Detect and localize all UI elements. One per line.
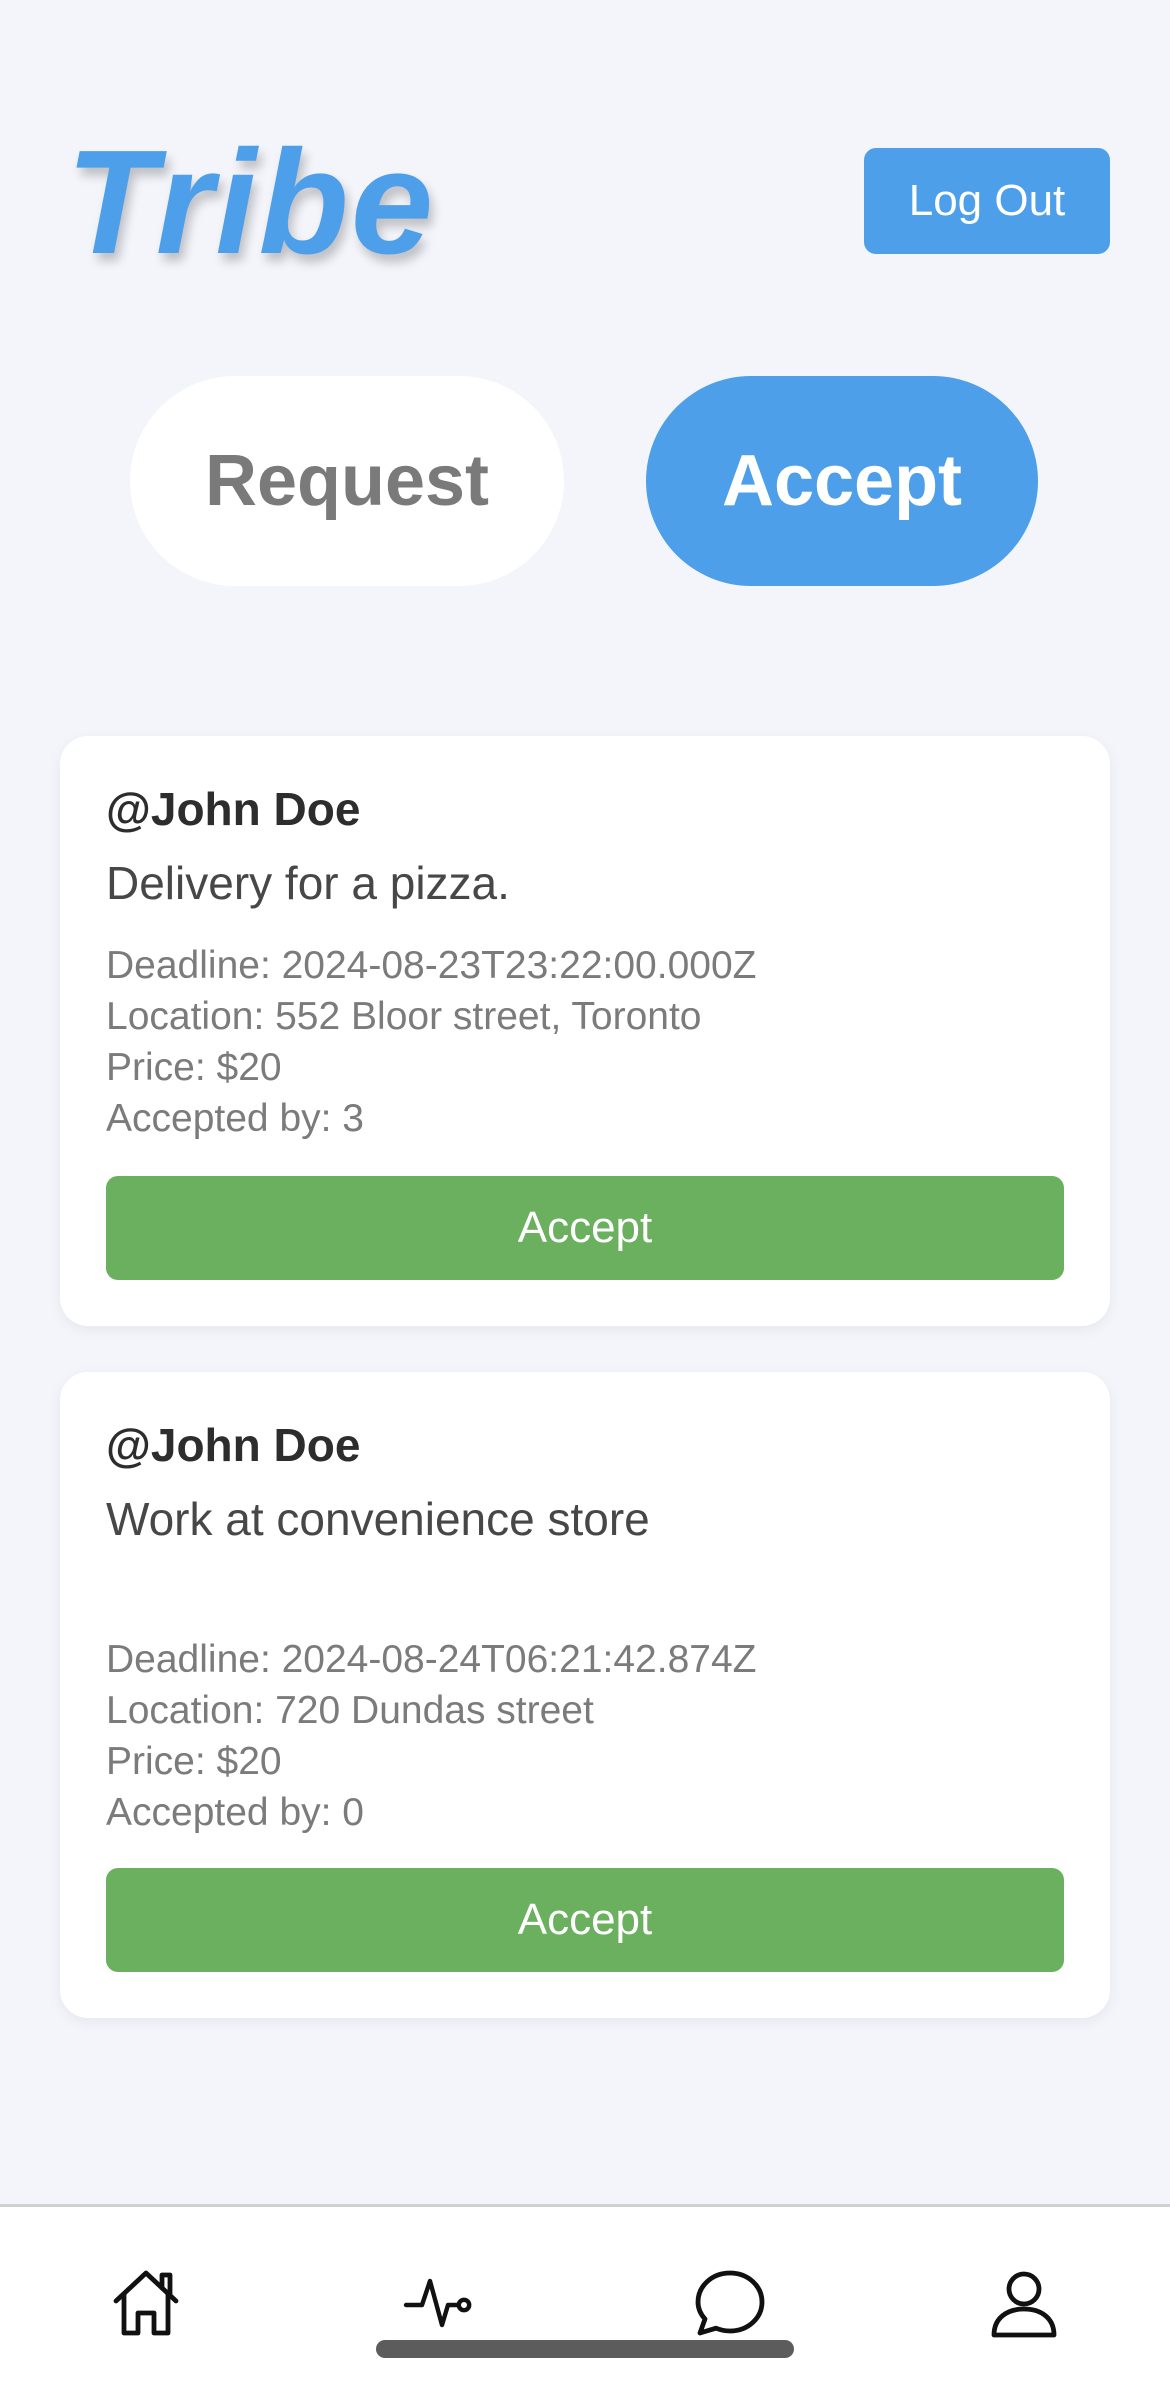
task-details: Deadline: 2024-08-23T23:22:00.000Z Locat… xyxy=(106,940,756,1144)
task-details: Deadline: 2024-08-24T06:21:42.874Z Locat… xyxy=(106,1634,756,1838)
logout-button[interactable]: Log Out xyxy=(864,148,1110,254)
task-location: Location: 552 Bloor street, Toronto xyxy=(106,995,702,1038)
task-description: Work at convenience store xyxy=(106,1493,650,1545)
accept-task-button[interactable]: Accept xyxy=(106,1176,1064,1280)
task-accepted-by: Accepted by: 3 xyxy=(106,1097,364,1140)
home-icon[interactable] xyxy=(106,2263,186,2343)
task-username: @John Doe xyxy=(106,783,361,835)
home-indicator xyxy=(376,2340,794,2358)
task-accepted-by: Accepted by: 0 xyxy=(106,1791,364,1834)
task-card: @John Doe Work at convenience store Dead… xyxy=(60,1372,1110,2018)
chat-icon[interactable] xyxy=(690,2263,770,2343)
activity-icon[interactable] xyxy=(400,2263,480,2343)
task-deadline: Deadline: 2024-08-23T23:22:00.000Z xyxy=(106,944,757,987)
accept-task-button[interactable]: Accept xyxy=(106,1868,1064,1972)
profile-icon[interactable] xyxy=(984,2263,1064,2343)
header: Tribe Log Out xyxy=(0,0,1170,300)
task-card: @John Doe Delivery for a pizza. Deadline… xyxy=(60,736,1110,1326)
task-description: Delivery for a pizza. xyxy=(106,857,510,909)
request-toggle-button[interactable]: Request xyxy=(130,376,564,586)
task-price: Price: $20 xyxy=(106,1046,282,1089)
task-price: Price: $20 xyxy=(106,1740,282,1783)
accept-toggle-button[interactable]: Accept xyxy=(646,376,1038,586)
app-logo: Tribe xyxy=(66,120,436,285)
task-location: Location: 720 Dundas street xyxy=(106,1689,594,1732)
bottom-tab-bar xyxy=(0,2204,1170,2389)
task-username: @John Doe xyxy=(106,1419,361,1471)
task-deadline: Deadline: 2024-08-24T06:21:42.874Z xyxy=(106,1638,757,1681)
